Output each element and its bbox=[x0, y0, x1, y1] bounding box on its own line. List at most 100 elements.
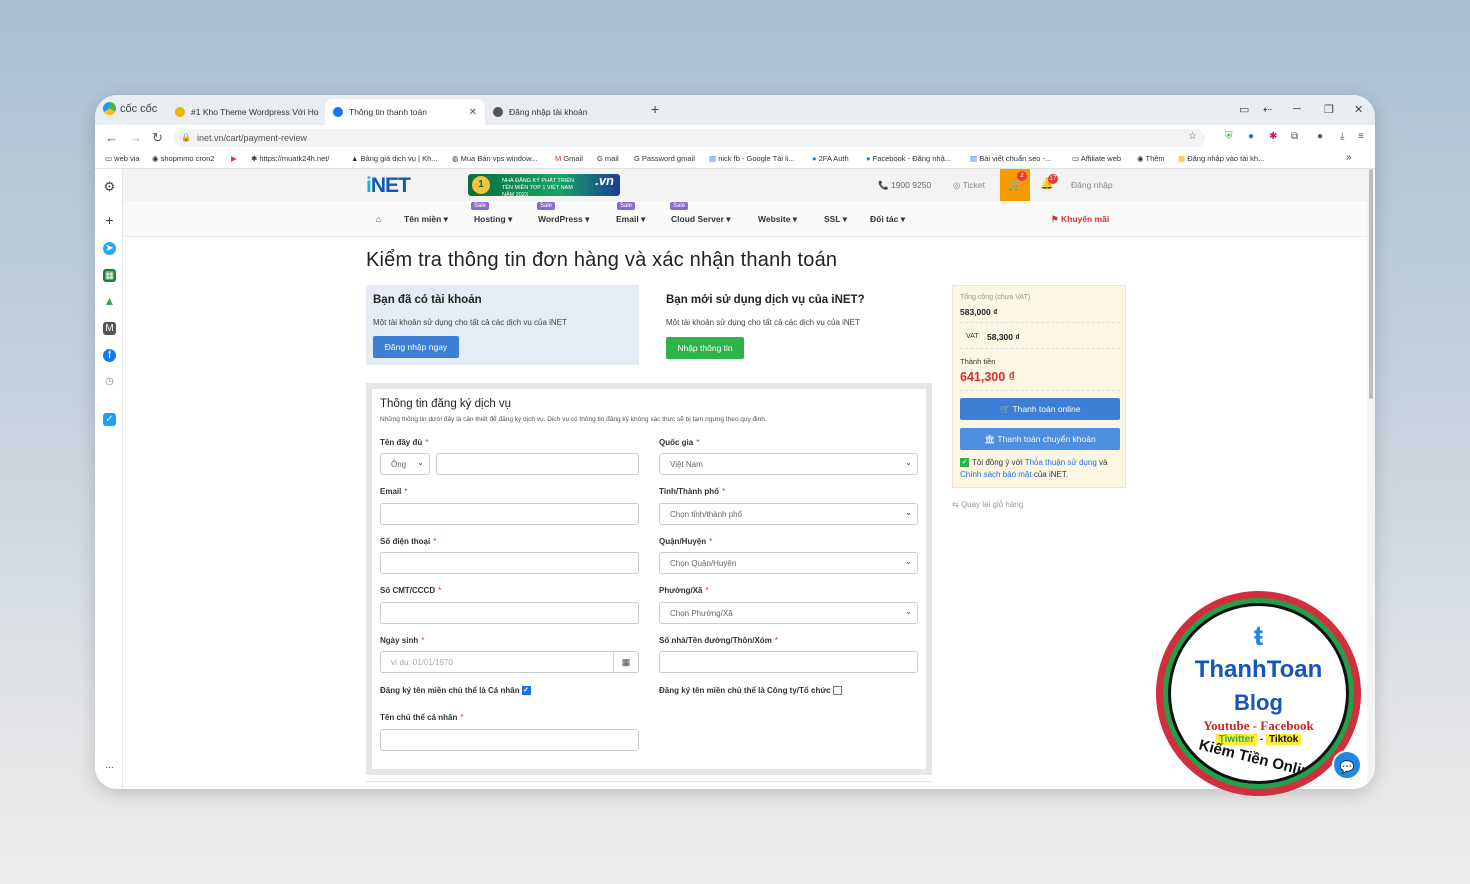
page-scrollbar[interactable] bbox=[1367, 169, 1375, 789]
total-value: 641,300 ₫ bbox=[960, 370, 1016, 384]
download-icon[interactable]: ⤓ bbox=[1340, 131, 1344, 142]
minimize-icon[interactable]: ─ bbox=[1293, 103, 1301, 115]
bookmark-item[interactable]: ◉ Thêm bbox=[1137, 154, 1165, 163]
agree-checkbox[interactable]: ✓ bbox=[960, 458, 969, 468]
close-window-icon[interactable]: ✕ bbox=[1354, 103, 1363, 116]
address-input[interactable] bbox=[659, 651, 918, 673]
login-now-button[interactable]: Đăng nhập ngay bbox=[373, 336, 459, 358]
bookmark-item[interactable]: ▤ Bài viết chuẩn seo -... bbox=[970, 154, 1051, 163]
add-icon[interactable]: + bbox=[103, 213, 116, 227]
new-user-title: Bạn mới sử dụng dịch vụ của iNET? bbox=[666, 294, 865, 306]
privacy-link[interactable]: Chính sách bảo mật bbox=[960, 470, 1032, 479]
history-clock-icon[interactable]: ◷ bbox=[103, 375, 116, 388]
cart-button[interactable]: 🛒 2 bbox=[1000, 169, 1030, 201]
enter-info-button[interactable]: Nhập thông tin bbox=[666, 337, 744, 359]
forward-arrow-icon[interactable]: → bbox=[129, 130, 142, 145]
bookmark-item[interactable]: ▦ Đăng nhập vào tài kh... bbox=[1178, 154, 1264, 163]
inet-logo[interactable]: iNET bbox=[366, 174, 411, 198]
bookmark-item[interactable]: ▭ Affiliate web bbox=[1072, 154, 1121, 163]
bookmark-item[interactable]: ▶ bbox=[231, 154, 237, 163]
title-select[interactable]: Ông ⌄ bbox=[380, 453, 430, 475]
promo-link[interactable]: ⚑ Khuyến mãi bbox=[1051, 214, 1109, 225]
back-arrow-icon[interactable]: ← bbox=[105, 130, 118, 145]
menu-email[interactable]: Email ▾ bbox=[616, 214, 645, 225]
terms-link[interactable]: Thỏa thuận sử dụng bbox=[1025, 458, 1097, 467]
google-drive-icon[interactable]: ▲ bbox=[103, 295, 116, 308]
company-owner-label[interactable]: Đăng ký tên miền chủ thể là Công ty/Tổ c… bbox=[659, 686, 842, 696]
back-to-cart-link[interactable]: ⇆ Quay lại giỏ hàng bbox=[952, 500, 1023, 509]
menu-wordpress[interactable]: WordPress ▾ bbox=[538, 214, 589, 225]
menu-partner[interactable]: Đối tác ▾ bbox=[870, 214, 905, 225]
bookmark-item[interactable]: G Password gmail bbox=[634, 154, 695, 163]
bookmark-item[interactable]: ▤ nick fb - Google Tài li... bbox=[709, 154, 795, 163]
back-history-icon[interactable]: ⇠ bbox=[1263, 103, 1272, 116]
extension-pink-icon[interactable]: ✱ bbox=[1269, 131, 1277, 142]
settings-gear-icon[interactable]: ⚙ bbox=[103, 180, 116, 193]
ward-select[interactable]: Chọn Phường/Xã ⌄ bbox=[659, 602, 918, 624]
bookmark-item[interactable]: ◍ Mua Bán vps window... bbox=[452, 154, 537, 163]
ticket-link[interactable]: ◎ Ticket bbox=[953, 180, 985, 191]
district-select[interactable]: Chọn Quận/Huyện ⌄ bbox=[659, 552, 918, 574]
bookmark-item[interactable]: M Gmail bbox=[555, 154, 583, 163]
extension-blue-icon[interactable]: ● bbox=[1248, 131, 1254, 142]
pay-transfer-button[interactable]: 🏛 Thanh toán chuyển khoản bbox=[960, 428, 1120, 450]
owner-name-input[interactable] bbox=[380, 729, 639, 751]
email-label: Email * bbox=[380, 487, 408, 496]
home-icon[interactable]: ⌂ bbox=[376, 214, 381, 224]
url-field[interactable]: 🔒 inet.vn/cart/payment-review ☆ bbox=[173, 129, 1205, 147]
phone-input[interactable] bbox=[380, 552, 639, 574]
company-owner-checkbox[interactable] bbox=[832, 686, 842, 696]
phone-link[interactable]: 📞 1900 9250 bbox=[878, 180, 931, 191]
birthday-input[interactable]: ví dụ: 01/01/1970 ▦ bbox=[380, 651, 639, 673]
puzzle-extensions-icon[interactable]: ⧉ bbox=[1291, 131, 1298, 142]
m-app-icon[interactable]: M bbox=[103, 322, 116, 335]
browser-brand[interactable]: cốc cốc bbox=[103, 102, 157, 115]
bird-app-icon[interactable]: ✓ bbox=[103, 413, 116, 426]
bookmark-item[interactable]: ▭ web via bbox=[105, 154, 140, 163]
close-tab-icon[interactable]: ✕ bbox=[469, 107, 477, 118]
sidebar-more-icon[interactable]: ... bbox=[103, 759, 116, 772]
award-banner[interactable]: 1 NHÀ ĐĂNG KÝ PHÁT TRIỂN TÊN MIỀN TOP 1 … bbox=[468, 174, 620, 198]
sheets-icon[interactable]: ▦ bbox=[103, 269, 116, 282]
star-icon[interactable]: ☆ bbox=[1188, 131, 1197, 142]
bookmark-item[interactable]: ✱ https://muatk24h.net/ bbox=[251, 154, 329, 163]
login-link[interactable]: Đăng nhập bbox=[1071, 180, 1113, 190]
menu-icon[interactable]: ≡ bbox=[1358, 131, 1364, 142]
facebook-icon[interactable]: f bbox=[103, 349, 116, 362]
province-select[interactable]: Chọn tỉnh/thành phố ⌄ bbox=[659, 503, 918, 525]
shield-extension-icon[interactable]: ⛨ bbox=[1225, 131, 1233, 142]
telegram-icon[interactable]: ➤ bbox=[103, 242, 116, 255]
menu-cloud-server[interactable]: Cloud Server ▾ bbox=[671, 214, 731, 225]
new-tab-button[interactable]: + bbox=[651, 101, 659, 117]
tab-login[interactable]: Đăng nhập tài khoản bbox=[485, 99, 645, 125]
scrollbar-thumb[interactable] bbox=[1369, 169, 1373, 399]
bookmark-item[interactable]: ● 2FA Auth bbox=[812, 154, 849, 163]
bookmark-item[interactable]: ● Facebook - Đăng nhậ... bbox=[866, 154, 951, 163]
maximize-icon[interactable]: ❐ bbox=[1324, 103, 1334, 116]
chat-bubble-button[interactable]: 💬 bbox=[1332, 750, 1362, 780]
bookmark-item[interactable]: G mail bbox=[597, 154, 619, 163]
menu-website[interactable]: Website ▾ bbox=[758, 214, 797, 225]
screenshot-icon[interactable]: ▭ bbox=[1239, 103, 1249, 116]
tab-payment[interactable]: Thông tin thanh toán ✕ bbox=[325, 99, 485, 125]
bell-icon[interactable]: 🔔 17 bbox=[1040, 174, 1058, 190]
bookmark-item[interactable]: ▲ Bảng giá dịch vụ | Kh... bbox=[351, 154, 438, 163]
bookmarks-more-icon[interactable]: » bbox=[1346, 152, 1352, 163]
menu-domain[interactable]: Tên miền ▾ bbox=[404, 214, 448, 225]
tab-theme[interactable]: #1 Kho Theme Wordpress Với Ho bbox=[167, 99, 319, 125]
reload-icon[interactable]: ↻ bbox=[152, 130, 163, 146]
personal-owner-label[interactable]: Đăng ký tên miền chủ thể là Cá nhân ✓ bbox=[380, 686, 531, 696]
profile-avatar-icon[interactable]: ● bbox=[1317, 131, 1323, 142]
phone-label: Số điện thoại * bbox=[380, 537, 437, 546]
full-name-input[interactable] bbox=[436, 453, 639, 475]
country-select[interactable]: Việt Nam ⌄ bbox=[659, 453, 918, 475]
calendar-icon[interactable]: ▦ bbox=[613, 652, 638, 672]
email-input[interactable] bbox=[380, 503, 639, 525]
bookmark-item[interactable]: ◉ shopmmo cron2 bbox=[152, 154, 214, 163]
pay-online-button[interactable]: 🛒 Thanh toán online bbox=[960, 398, 1120, 420]
url-text: inet.vn/cart/payment-review bbox=[197, 133, 308, 143]
id-number-input[interactable] bbox=[380, 602, 639, 624]
menu-hosting[interactable]: Hosting ▾ bbox=[474, 214, 512, 225]
menu-ssl[interactable]: SSL ▾ bbox=[824, 214, 847, 225]
personal-owner-checkbox[interactable]: ✓ bbox=[521, 686, 531, 696]
